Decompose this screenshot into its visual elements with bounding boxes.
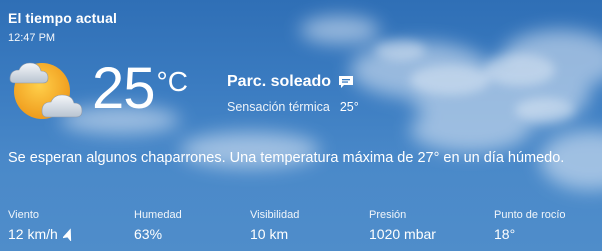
stat-pressure: Presión 1020 mbar [369,209,436,242]
stat-value: 1020 mbar [369,226,436,242]
stat-value: 18° [494,226,516,242]
stat-label: Visibilidad [250,209,300,221]
chat-bubble-icon[interactable] [338,75,354,89]
current-temperature: 25 °C [92,60,188,118]
partly-sunny-icon [9,62,83,119]
stat-label: Viento [8,209,39,221]
stat-visibility: Visibilidad 10 km [250,209,299,242]
stat-label: Humedad [134,209,182,221]
current-time: 12:47 PM [8,32,56,44]
wind-direction-icon [62,227,71,241]
feels-like-value: 25° [339,100,359,114]
condition-label: Parc. soleado [227,73,332,90]
stat-value: 63% [134,226,163,242]
feels-like: Sensación térmica 25° [227,100,359,114]
stat-label: Presión [369,209,407,221]
stat-humidity: Humedad 63% [134,209,182,242]
widget-title: El tiempo actual [8,10,117,26]
stat-value-wrap: 12 km/h [8,226,74,242]
temperature-unit-toggle[interactable]: °C [157,68,188,96]
condition: Parc. soleado [227,73,354,91]
weather-card: El tiempo actual 12:47 PM 25 °C Parc. so… [0,0,602,251]
forecast-summary: Se esperan algunos chaparrones. Una temp… [8,150,565,166]
stat-value: 12 km/h [8,226,58,242]
feels-like-label: Sensación térmica [227,100,330,114]
stat-wind: Viento 12 km/h [8,209,74,242]
temperature-value: 25 [92,56,156,121]
weather-stats: Viento 12 km/h Humedad 63% Visibilidad 1… [8,209,602,249]
stat-label: Punto de rocío [494,209,566,221]
stat-dew-point: Punto de rocío 18° [494,209,566,242]
stat-value: 10 km [250,226,289,242]
